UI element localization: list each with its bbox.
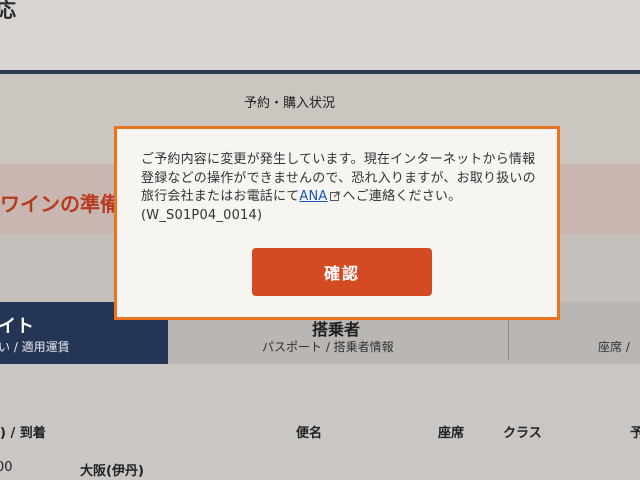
table-header-class: クラス	[503, 426, 542, 441]
tab-flight-title: イト	[0, 316, 34, 337]
tab-flight-subtitle: い / 適用運賃	[0, 340, 70, 354]
external-link-icon[interactable]	[329, 191, 340, 201]
table-header-seat: 座席	[438, 426, 465, 441]
header-area	[0, 0, 640, 70]
reservation-status-label: 予約・購入状況	[244, 96, 336, 111]
error-dialog: ご予約内容に変更が発生しています。現在インターネットから情報登録などの操作ができ…	[114, 126, 560, 320]
confirm-button[interactable]: 確認	[252, 248, 432, 296]
ana-link[interactable]: ANA	[299, 189, 327, 204]
table-cell-destination: 大阪(伊丹)	[80, 464, 144, 479]
header-fragment: 応	[0, 0, 16, 22]
tab-passenger-subtitle: パスポート / 搭乗者情報	[262, 340, 394, 354]
table-header-flight: 便名	[296, 426, 323, 441]
dialog-message: ご予約内容に変更が発生しています。現在インターネットから情報登録などの操作ができ…	[141, 151, 541, 225]
tab-seat-subtitle[interactable]: 座席 /	[598, 338, 630, 355]
table-cell-time: 00	[0, 460, 13, 475]
banner-text: ワインの準備	[0, 192, 120, 216]
table-header-fare: 予	[630, 426, 640, 441]
table-header-arrival: ) / 到着	[0, 426, 46, 441]
